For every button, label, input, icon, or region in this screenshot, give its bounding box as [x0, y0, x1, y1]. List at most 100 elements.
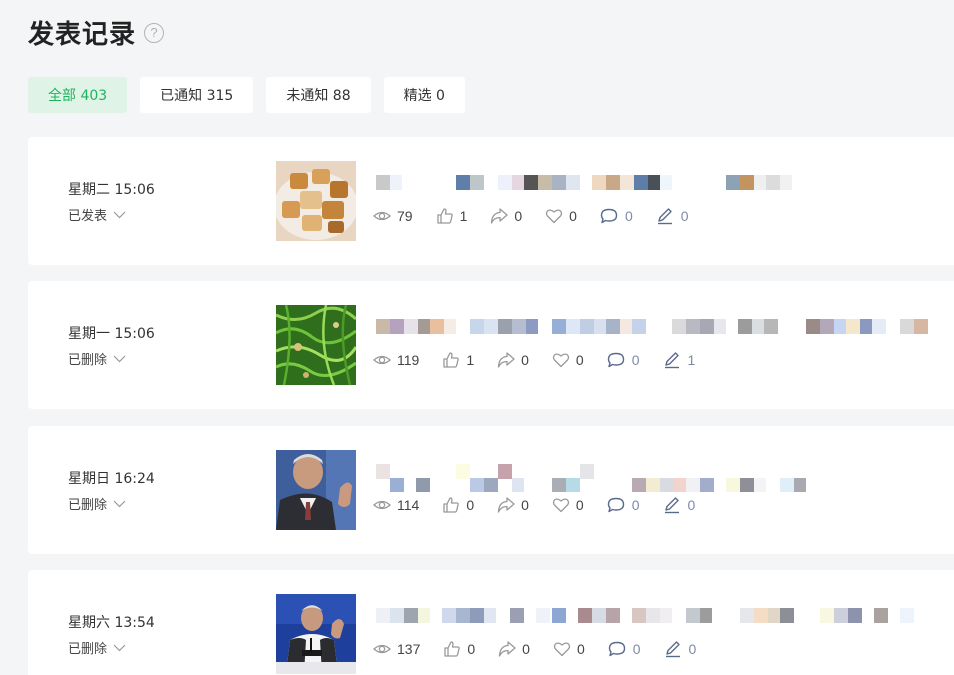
comments-count: 0 — [624, 208, 633, 224]
edits-count: 0 — [680, 208, 689, 224]
post-meta: 星期日 16:24 已删除 — [68, 468, 155, 513]
likes-stat: 0 — [442, 496, 474, 514]
chevron-down-icon — [113, 355, 126, 362]
post-card[interactable]: 星期一 15:06 已删除 119 1 0 0 0 1 — [28, 281, 954, 409]
thumbs-up-icon — [436, 208, 453, 224]
post-meta: 星期六 13:54 已删除 — [68, 612, 155, 657]
post-time: 星期二 15:06 — [68, 182, 155, 198]
views-count: 79 — [397, 208, 413, 224]
shares-count: 0 — [514, 208, 523, 224]
post-title-redacted[interactable] — [376, 319, 936, 334]
shares-stat: 0 — [490, 207, 522, 225]
comments-count: 0 — [631, 497, 640, 513]
status-dropdown[interactable]: 已删除 — [68, 494, 155, 513]
post-stats: 137 0 0 0 0 0 — [373, 640, 719, 658]
comment-icon — [600, 208, 618, 224]
edits-count: 1 — [687, 352, 696, 368]
likes-count: 0 — [466, 497, 475, 513]
heart-icon — [546, 209, 563, 224]
eye-icon — [373, 211, 391, 221]
pen-icon — [657, 208, 672, 225]
shares-count: 0 — [522, 641, 530, 657]
likes-stat: 0 — [443, 640, 475, 658]
edits-count: 0 — [688, 641, 697, 657]
post-card[interactable]: 星期二 15:06 已发表 79 1 0 0 0 0 — [28, 137, 954, 265]
comments-stat: 0 — [607, 496, 640, 514]
shares-stat: 0 — [498, 640, 530, 658]
question-circle-icon[interactable]: ? — [144, 22, 165, 43]
comments-stat: 0 — [607, 351, 640, 369]
chevron-down-icon — [113, 500, 126, 507]
comment-icon — [607, 497, 624, 513]
post-thumbnail[interactable] — [276, 450, 356, 530]
edits-stat: 0 — [656, 207, 689, 225]
fried-tofu-photo — [276, 161, 356, 241]
comment-icon — [607, 352, 624, 368]
favorites-stat: 0 — [552, 496, 584, 514]
heart-icon — [553, 642, 571, 657]
filter-tabs: 全部 403 已通知 315 未通知 88 精选 0 — [28, 77, 478, 113]
thumbs-up-icon — [443, 352, 460, 368]
likes-count: 0 — [467, 641, 476, 657]
favorites-count: 0 — [569, 208, 577, 224]
eye-icon — [373, 355, 391, 365]
post-time: 星期六 13:54 — [68, 615, 155, 631]
tab-all[interactable]: 全部 403 — [28, 77, 128, 113]
green-vegetable-photo — [276, 305, 356, 385]
edits-count: 0 — [687, 497, 696, 513]
post-stats: 79 1 0 0 0 0 — [373, 207, 712, 225]
comments-count: 0 — [632, 641, 641, 657]
tab-featured[interactable]: 精选 0 — [383, 77, 465, 113]
post-title-redacted[interactable] — [376, 175, 936, 190]
post-title-redacted[interactable] — [376, 464, 936, 492]
edits-stat: 1 — [663, 351, 696, 369]
post-thumbnail[interactable] — [276, 305, 356, 385]
post-thumbnail[interactable] — [276, 161, 356, 241]
post-card[interactable]: 星期日 16:24 已删除 114 0 0 0 0 0 — [28, 426, 954, 554]
status-dropdown[interactable]: 已删除 — [68, 349, 155, 368]
tab-not-notified[interactable]: 未通知 88 — [266, 77, 371, 113]
post-thumbnail[interactable] — [276, 594, 356, 674]
pen-icon — [665, 641, 680, 658]
pen-icon — [664, 352, 679, 369]
comments-count: 0 — [631, 352, 640, 368]
post-time: 星期一 15:06 — [68, 326, 155, 342]
shares-stat: 0 — [497, 496, 529, 514]
thumbs-up-icon — [443, 497, 460, 513]
post-card[interactable]: 星期六 13:54 已删除 137 0 0 0 0 0 — [28, 570, 954, 675]
likes-stat: 1 — [442, 351, 474, 369]
comments-stat: 0 — [608, 640, 641, 658]
shares-stat: 0 — [497, 351, 529, 369]
tab-notified[interactable]: 已通知 315 — [140, 77, 254, 113]
views-count: 114 — [397, 497, 420, 513]
status-dropdown[interactable]: 已发表 — [68, 205, 155, 224]
views-stat: 137 — [373, 640, 420, 658]
post-stats: 119 1 0 0 0 1 — [373, 351, 718, 369]
likes-stat: 1 — [436, 207, 468, 225]
heart-icon — [552, 353, 570, 368]
views-count: 137 — [397, 641, 421, 657]
share-icon — [497, 352, 515, 368]
chevron-down-icon — [113, 644, 126, 651]
man-speaking-photo — [276, 450, 356, 530]
shares-count: 0 — [521, 352, 529, 368]
likes-count: 1 — [459, 208, 468, 224]
favorites-count: 0 — [575, 352, 584, 368]
page-header: 发表记录 ? — [28, 14, 165, 51]
favorites-stat: 0 — [545, 207, 577, 225]
favorites-count: 0 — [575, 497, 584, 513]
eye-icon — [373, 644, 391, 654]
status-dropdown[interactable]: 已删除 — [68, 638, 155, 657]
status-label: 已删除 — [68, 353, 108, 368]
share-icon — [499, 641, 516, 657]
pen-icon — [664, 497, 679, 514]
status-label: 已发表 — [68, 209, 108, 224]
share-icon — [491, 208, 509, 224]
post-title-redacted[interactable] — [376, 608, 936, 623]
comments-stat: 0 — [600, 207, 633, 225]
comment-icon — [608, 641, 625, 657]
press-conference-photo — [276, 594, 356, 674]
edits-stat: 0 — [663, 496, 696, 514]
heart-icon — [552, 498, 570, 513]
status-label: 已删除 — [68, 498, 108, 513]
